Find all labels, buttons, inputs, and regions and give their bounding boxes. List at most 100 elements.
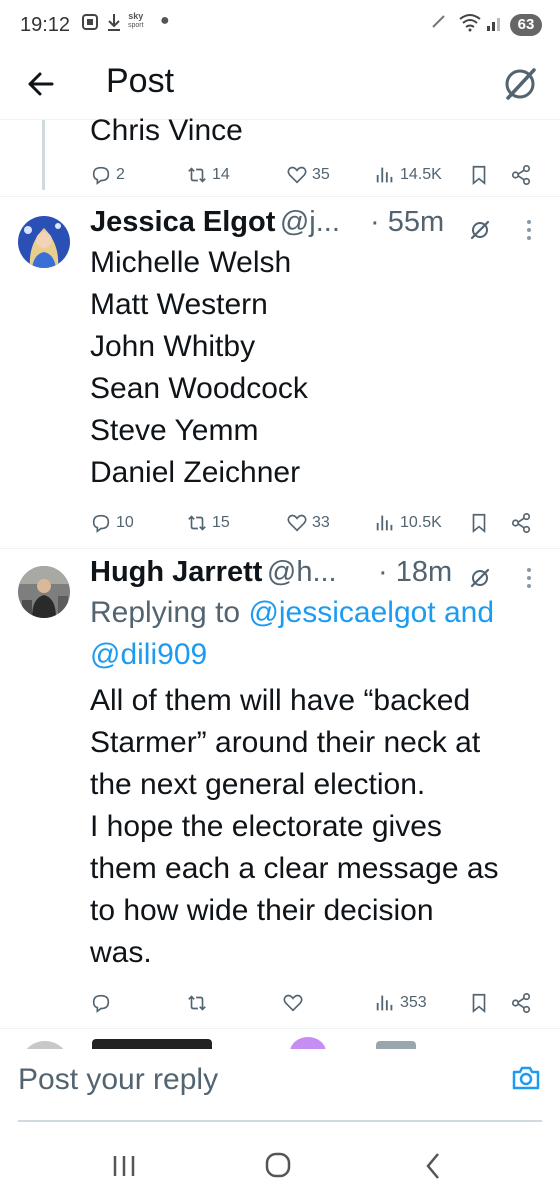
- author-name[interactable]: Jessica Elgot: [90, 206, 275, 238]
- tweet-body: Michelle Welsh Matt Western John Whitby …: [90, 242, 308, 494]
- reply-underline: [18, 1120, 542, 1122]
- repost-count: 15: [212, 514, 230, 531]
- repost-count: 14: [212, 166, 230, 183]
- views-button[interactable]: 10.5K: [374, 508, 442, 538]
- replying-to-link[interactable]: @dili909: [90, 638, 207, 671]
- repost-button[interactable]: [186, 988, 208, 1018]
- notification-dot-icon: ●: [160, 12, 170, 29]
- share-button[interactable]: [510, 160, 532, 190]
- views-count: 14.5K: [400, 166, 442, 183]
- action-bar: 353: [90, 988, 540, 1018]
- chevron-left-icon: [426, 1153, 439, 1179]
- share-icon: [511, 165, 531, 185]
- grok-icon: [505, 68, 536, 100]
- repost-button[interactable]: 15: [186, 508, 230, 538]
- bookmark-icon: [472, 165, 486, 186]
- replying-to-label: Replying to: [90, 596, 249, 629]
- edit-icon: [430, 12, 448, 35]
- tweet-text-line: John Whitby: [90, 330, 256, 363]
- views-count: 353: [400, 994, 427, 1011]
- reply-composer: [0, 1048, 560, 1124]
- avatar[interactable]: [18, 216, 70, 268]
- more-options-icon[interactable]: [522, 218, 536, 242]
- status-bar: 19:12 sky sport ● 63: [0, 0, 560, 52]
- views-count: 10.5K: [400, 514, 442, 531]
- views-icon: [376, 167, 393, 183]
- status-time: 19:12: [20, 14, 71, 36]
- views-button[interactable]: 353: [374, 988, 427, 1018]
- reply-input[interactable]: [18, 1060, 488, 1100]
- bookmark-icon: [472, 993, 486, 1014]
- tweet-text-line: All of them will have “backed: [90, 684, 471, 717]
- avatar[interactable]: [18, 566, 70, 618]
- thread-line: [42, 120, 45, 190]
- bookmark-button[interactable]: [468, 160, 490, 190]
- action-bar: 2 14 35 14.5K: [90, 160, 540, 190]
- like-button[interactable]: 33: [286, 508, 330, 538]
- replying-to-link[interactable]: @jessicaelgot and: [248, 596, 494, 629]
- author-handle[interactable]: @h...: [267, 556, 337, 588]
- tweet-body: All of them will have “backed Starmer” a…: [90, 680, 499, 974]
- grok-icon[interactable]: [468, 566, 492, 590]
- like-button[interactable]: [282, 988, 304, 1018]
- reply-count: 10: [116, 514, 134, 531]
- screenshot-icon: [80, 12, 100, 37]
- tweet-text-line: Michelle Welsh: [90, 246, 292, 279]
- author-handle[interactable]: @j...: [280, 206, 340, 238]
- repost-icon: [188, 167, 206, 183]
- tweet-text-line: I hope the electorate gives: [90, 810, 442, 843]
- download-icon: [106, 12, 122, 37]
- reply-count: 2: [116, 166, 125, 183]
- grok-icon[interactable]: [468, 218, 492, 242]
- repost-icon: [188, 995, 206, 1011]
- reply-icon: [92, 514, 110, 533]
- camera-button[interactable]: [510, 1062, 542, 1094]
- bookmark-button[interactable]: [468, 988, 490, 1018]
- next-tweet-peek: [0, 1029, 560, 1049]
- repost-icon: [188, 515, 206, 531]
- recent-apps-button[interactable]: [104, 1148, 144, 1184]
- views-icon: [376, 515, 393, 531]
- author-name[interactable]: Hugh Jarrett: [90, 556, 262, 588]
- tweet-text-line: Matt Western: [90, 288, 268, 321]
- camera-icon: [512, 1066, 540, 1090]
- back-button[interactable]: [22, 64, 62, 104]
- bookmark-button[interactable]: [468, 508, 490, 538]
- home-icon: [265, 1152, 291, 1178]
- share-button[interactable]: [510, 988, 532, 1018]
- tweet-text-line: Sean Woodcock: [90, 372, 308, 405]
- home-button[interactable]: [258, 1148, 298, 1184]
- tweet-text-line: Starmer” around their neck at: [90, 726, 481, 759]
- replying-to: Replying to @jessicaelgot and @dili909: [90, 592, 550, 676]
- divider: [0, 548, 560, 549]
- battery-indicator: 63: [510, 14, 542, 36]
- views-icon: [376, 995, 393, 1011]
- reply-button[interactable]: [90, 988, 112, 1018]
- reply-button[interactable]: 10: [90, 508, 134, 538]
- reply-button[interactable]: 2: [90, 160, 125, 190]
- divider: [0, 196, 560, 197]
- share-button[interactable]: [510, 508, 532, 538]
- share-icon: [511, 993, 531, 1013]
- reply-icon: [92, 166, 110, 185]
- back-nav-button[interactable]: [414, 1148, 454, 1184]
- page-title: Post: [106, 62, 175, 100]
- heart-icon: [287, 514, 307, 532]
- heart-icon: [283, 994, 303, 1012]
- tweet-text-line: Steve Yemm: [90, 414, 259, 447]
- grok-button[interactable]: [498, 62, 542, 106]
- signal-icon: [486, 12, 504, 37]
- wifi-icon: [458, 12, 482, 37]
- views-button[interactable]: 14.5K: [374, 160, 442, 190]
- system-nav-bar: [0, 1130, 560, 1200]
- bookmark-icon: [472, 513, 486, 534]
- header: Post: [0, 52, 560, 120]
- tweet-text-line: to how wide their decision: [90, 894, 434, 927]
- repost-button[interactable]: 14: [186, 160, 230, 190]
- tweet-text-line: was.: [90, 936, 152, 969]
- recent-apps-icon: [113, 1156, 135, 1176]
- more-options-icon[interactable]: [522, 566, 536, 590]
- like-button[interactable]: 35: [286, 160, 330, 190]
- action-bar: 10 15 33 10.5K: [90, 508, 540, 538]
- tweet-text-line: Daniel Zeichner: [90, 456, 301, 489]
